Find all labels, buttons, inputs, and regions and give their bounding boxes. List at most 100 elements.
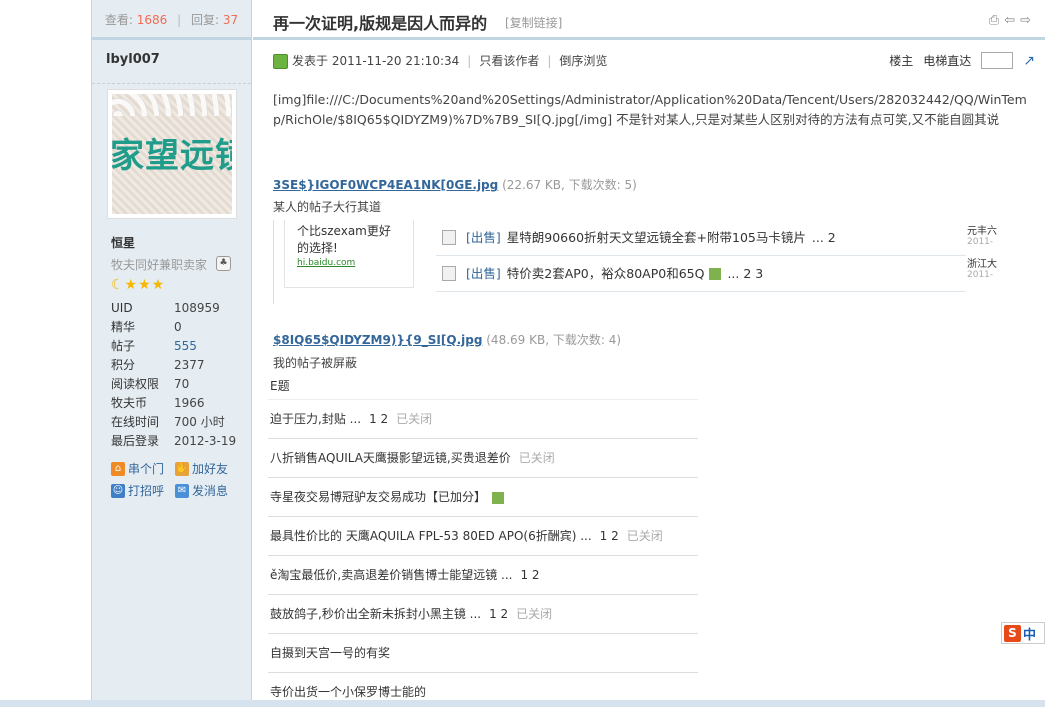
document-icon bbox=[442, 266, 456, 281]
online-status-icon bbox=[273, 53, 288, 69]
thread-list: [出售] 星特朗90660折射天文望远镜全套+附带105马卡镜片 ... 2 [… bbox=[436, 220, 966, 292]
ad-url: hi.baidu.com bbox=[297, 258, 356, 268]
post-body: [img]file:///C:/Documents%20and%20Settin… bbox=[273, 92, 1027, 127]
poke-button[interactable]: ☺ 打招呼 bbox=[111, 480, 175, 502]
list-item: 八折销售AQUILA天鹰摄影望远镜,买贵退差价 已关闭 bbox=[268, 439, 698, 478]
poke-icon: ☺ bbox=[111, 484, 125, 498]
elevator-label: 电梯直达 bbox=[923, 54, 972, 68]
author-name[interactable]: lbyl007 bbox=[92, 40, 251, 84]
profile-value: 0 bbox=[174, 320, 182, 334]
attachment-image-1[interactable]: 个比szexam更好 的选择! hi.baidu.com [出售] 星特朗906… bbox=[273, 220, 1018, 304]
attachment-link[interactable]: $8IQ65$QIDYZM9)}{9_SI[Q.jpg bbox=[273, 333, 482, 347]
list-item: 鼓放鸽子,秒价出全新未拆封小黑主镜 ... 1 2 已关闭 bbox=[268, 595, 698, 634]
item-title: 寺星夜交易博冠驴友交易成功【已加分】 bbox=[270, 490, 487, 504]
item-title: ě淘宝最低价,卖高退差价销售博士能望远镜 ... bbox=[270, 568, 513, 582]
list-item: 最具性价比的 天鹰AQUILA FPL-53 80ED APO(6折酬宾) ..… bbox=[268, 517, 698, 556]
profile-value[interactable]: 555 bbox=[174, 337, 197, 356]
profile-key: 精华 bbox=[111, 320, 136, 334]
prev-thread-icon[interactable]: ⇦ bbox=[1004, 13, 1015, 28]
item-tag: [出售] bbox=[466, 229, 501, 245]
floor-jump-input[interactable] bbox=[981, 52, 1014, 69]
avatar-text: 家望远镜 bbox=[112, 136, 232, 176]
print-icon[interactable]: ⎙ bbox=[989, 13, 999, 28]
item-pages: ... 2 3 bbox=[727, 265, 764, 281]
profile-value: 70 bbox=[174, 377, 190, 391]
visit-label: 串个门 bbox=[128, 462, 165, 476]
floor-tools: 楼主 电梯直达 ↗ bbox=[889, 52, 1035, 69]
copy-link[interactable]: [复制链接] bbox=[505, 14, 562, 31]
send-message-button[interactable]: ✉ 发消息 bbox=[175, 480, 239, 502]
profile-value: 2012-3-19 bbox=[174, 434, 237, 448]
closed-badge: 已关闭 bbox=[518, 451, 555, 465]
ad-box: 个比szexam更好 的选择! hi.baidu.com bbox=[284, 220, 414, 288]
thread-stats: 查看: 1686 | 回复: 37 bbox=[92, 0, 251, 40]
title-bar: 再一次证明,版规是因人而异的 [复制链接] ⎙ ⇦ ⇨ bbox=[253, 0, 1045, 40]
bottom-strip bbox=[0, 700, 1045, 707]
list-item: [出售] 星特朗90660折射天文望远镜全套+附带105马卡镜片 ... 2 bbox=[436, 220, 966, 256]
only-author-link[interactable]: 只看该作者 bbox=[479, 52, 539, 70]
add-friend-button[interactable]: ✋ 加好友 bbox=[175, 458, 239, 480]
rank-stars-icon: ☾★★★ bbox=[111, 277, 166, 293]
attachment-meta: (48.69 KB, 下载次数: 4) bbox=[486, 333, 622, 347]
thread-title: 再一次证明,版规是因人而异的 bbox=[273, 14, 488, 33]
list-item: 寺星夜交易博冠驴友交易成功【已加分】 bbox=[268, 478, 698, 517]
item-title: 特价卖2套AP0，裕众80AP0和65Q bbox=[506, 265, 705, 281]
ad-line: 的选择! bbox=[297, 241, 338, 255]
side-author: 元丰六 bbox=[967, 226, 997, 237]
author-sidebar: 查看: 1686 | 回复: 37 lbyl007 家望远镜 恒星 牧夫同好兼职… bbox=[92, 0, 252, 707]
stats-divider: | bbox=[177, 13, 182, 27]
item-title: 自摄到天宫一号的有奖 bbox=[270, 646, 391, 660]
attachment-caption: 我的帖子被屏蔽 bbox=[273, 356, 358, 370]
profile-key: UID bbox=[111, 301, 133, 315]
attachment-caption: 某人的帖子大行其道 bbox=[273, 200, 382, 214]
user-group: 牧夫同好兼职卖家 bbox=[111, 258, 208, 272]
sogou-icon: S bbox=[1004, 624, 1021, 642]
item-tag: [出售] bbox=[466, 265, 501, 281]
profile-row: 积分 2377 bbox=[111, 356, 236, 375]
profile-value: 1966 bbox=[174, 396, 205, 410]
profile-row: 阅读权限 70 bbox=[111, 375, 236, 394]
item-title: 星特朗90660折射天文望远镜全套+附带105马卡镜片 bbox=[506, 229, 806, 245]
side-date: 2011- bbox=[967, 270, 994, 280]
ad-line: 个比szexam更好 bbox=[297, 224, 391, 238]
next-thread-icon[interactable]: ⇨ bbox=[1020, 13, 1031, 28]
ime-status-bar[interactable]: S 中 bbox=[1001, 622, 1045, 644]
profile-key: 在线时间 bbox=[111, 415, 160, 429]
reverse-order-link[interactable]: 倒序浏览 bbox=[559, 52, 607, 70]
list-side-column: 元丰六 2011- 浙江大 2011- bbox=[967, 220, 1007, 280]
attachment-image-2[interactable]: E题 迫于压力,封贴 ... 1 2 已关闭 八折销售AQUILA天鹰摄影望远镜,买贵… bbox=[268, 372, 698, 702]
item-title: 最具性价比的 天鹰AQUILA FPL-53 80ED APO(6折酬宾) ..… bbox=[270, 529, 592, 543]
replies-count: 37 bbox=[222, 13, 239, 27]
profile-value: 108959 bbox=[174, 301, 220, 315]
profile-row: 牧夫币 1966 bbox=[111, 394, 236, 413]
post-time: 发表于 2011-11-20 21:10:34 bbox=[292, 54, 460, 68]
profile-key: 帖子 bbox=[111, 339, 136, 353]
item-pages: ... 2 bbox=[811, 229, 836, 245]
avatar[interactable]: 家望远镜 bbox=[107, 89, 237, 219]
go-icon[interactable]: ↗ bbox=[1023, 53, 1035, 69]
attachment-link[interactable]: 3SE$}IGOF0WCP4EA1NK[0GE.jpg bbox=[273, 178, 498, 192]
list-header: E题 bbox=[268, 372, 698, 400]
item-pages: 1 2 bbox=[369, 412, 389, 426]
profile-key: 牧夫币 bbox=[111, 396, 148, 410]
replies-label: 回复: bbox=[190, 13, 220, 27]
closed-badge: 已关闭 bbox=[396, 412, 433, 426]
item-pages: 1 2 bbox=[520, 568, 540, 582]
profile-key: 阅读权限 bbox=[111, 377, 160, 391]
poke-label: 打招呼 bbox=[128, 484, 165, 498]
closed-badge: 已关闭 bbox=[626, 529, 663, 543]
list-item: 寺价出货一个小保罗博士能的 bbox=[268, 673, 698, 702]
ime-mode-label: 中 bbox=[1023, 627, 1037, 643]
user-rank[interactable]: 恒星 bbox=[111, 234, 135, 251]
document-icon bbox=[442, 230, 456, 245]
attachment-1: 3SE$}IGOF0WCP4EA1NK[0GE.jpg (22.67 KB, 下… bbox=[273, 176, 637, 193]
send-message-label: 发消息 bbox=[192, 484, 229, 498]
meta-divider: | bbox=[547, 54, 552, 68]
visit-button[interactable]: ⌂ 串个门 bbox=[111, 458, 175, 480]
closed-badge: 已关闭 bbox=[516, 607, 553, 621]
item-title: 鼓放鸽子,秒价出全新未拆封小黑主镜 ... bbox=[270, 607, 482, 621]
post-main: 再一次证明,版规是因人而异的 [复制链接] ⎙ ⇦ ⇨ 发表于 2011-11-… bbox=[253, 0, 1045, 707]
profile-row: 在线时间 700 小时 bbox=[111, 413, 236, 432]
profile-info: UID 108959 精华 0 帖子 555 积分 2377 阅读权限 70 牧夫币 1966 在线时间… bbox=[111, 299, 236, 451]
profile-row: 最后登录 2012-3-19 bbox=[111, 432, 236, 451]
